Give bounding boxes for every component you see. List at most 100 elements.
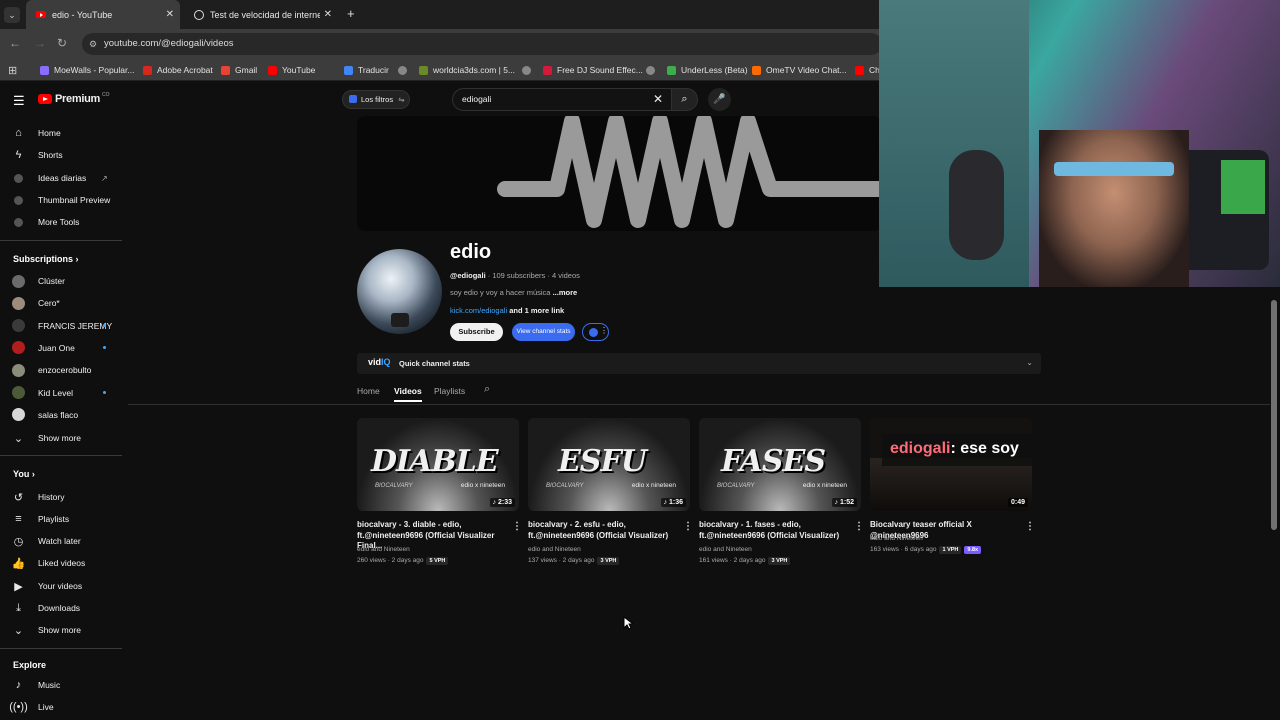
sidebar-item-show-more-2[interactable]: ⌄ Show more bbox=[0, 619, 122, 641]
video-thumbnail[interactable]: FASES BIOCALVARY edio x nineteen ♪ 1:52 bbox=[699, 418, 861, 511]
bookmark-adobe-acrobat[interactable]: Adobe Acrobat bbox=[143, 59, 213, 81]
subscription-item[interactable]: Cero* bbox=[0, 292, 122, 314]
bookmark-youtube[interactable]: YouTube bbox=[268, 59, 315, 81]
tab-videos[interactable]: Videos bbox=[394, 386, 422, 396]
video-thumbnail[interactable]: ESFU BIOCALVARY edio x nineteen ♪ 1:36 bbox=[528, 418, 690, 511]
clear-search-icon[interactable]: ✕ bbox=[653, 89, 663, 110]
video-meta: 163 views · 6 days ago 1 VPH 9.8x bbox=[870, 546, 982, 554]
shorts-icon: ϟ bbox=[15, 149, 22, 161]
more-vert-icon[interactable]: ⋮ bbox=[512, 521, 522, 532]
sidebar-item-watch-later[interactable]: ◷ Watch later bbox=[0, 530, 122, 552]
channel-links: kick.com/ediogali and 1 more link bbox=[450, 306, 564, 315]
video-title[interactable]: biocalvary - 1. fases - edio, ft.@ninete… bbox=[699, 520, 849, 541]
sidebar-item-liked-videos[interactable]: 👍 Liked videos bbox=[0, 552, 122, 574]
close-tab-icon[interactable]: ✕ bbox=[166, 9, 174, 20]
subscription-item[interactable]: Clúster bbox=[0, 270, 122, 292]
video-channel[interactable]: edio and Nineteen bbox=[870, 535, 923, 542]
filter-pill[interactable]: Los filtros ⇋ bbox=[342, 90, 410, 109]
more-links[interactable]: and 1 more link bbox=[509, 306, 564, 315]
duration-badge: ♪ 1:36 bbox=[660, 498, 686, 507]
you-heading[interactable]: You › bbox=[13, 469, 35, 479]
address-bar[interactable]: ⚙ youtube.com/@ediogali/videos bbox=[82, 33, 882, 55]
sidebar-item-live[interactable]: ((•)) Live bbox=[0, 696, 122, 718]
sidebar-item-more-tools[interactable]: More Tools bbox=[0, 211, 122, 233]
apps-grid-icon[interactable]: ⊞ bbox=[8, 59, 17, 81]
channel-avatar[interactable] bbox=[357, 249, 442, 334]
sidebar-item-your-videos[interactable]: ▶ Your videos bbox=[0, 575, 122, 597]
voice-search-button[interactable]: 🎤 bbox=[708, 88, 731, 111]
sidebar-item-downloads[interactable]: ⤓ Downloads bbox=[0, 597, 122, 619]
more-link[interactable]: ...more bbox=[553, 288, 578, 297]
explore-heading: Explore bbox=[13, 660, 47, 670]
sidebar-item-thumbnail-preview[interactable]: Thumbnail Preview bbox=[0, 189, 122, 211]
bookmark-underless[interactable]: UnderLess (Beta) bbox=[667, 59, 748, 81]
tab-search-button[interactable]: ⌄ bbox=[4, 7, 20, 23]
video-channel[interactable]: edio and Nineteen bbox=[357, 546, 410, 553]
bookmark-gmail[interactable]: Gmail bbox=[221, 59, 257, 81]
video-thumbnail[interactable]: DIABLE BIOCALVARY edio x nineteen ♪ 2:33 bbox=[357, 418, 519, 511]
sidebar-item-home[interactable]: ⌂ Home bbox=[0, 122, 122, 144]
tab-youtube[interactable]: edio - YouTube ✕ bbox=[26, 0, 180, 29]
dj-favicon-icon bbox=[543, 65, 552, 75]
view-channel-stats-button[interactable]: View channel stats bbox=[512, 323, 575, 341]
sidebar-item-shorts[interactable]: ϟ Shorts bbox=[0, 144, 122, 166]
sidebar-item-show-more[interactable]: ⌄ Show more bbox=[0, 427, 122, 449]
subscription-name: Kid Level bbox=[38, 387, 73, 398]
channel-avatar-icon bbox=[12, 363, 25, 377]
page-scrollbar[interactable] bbox=[1271, 300, 1277, 530]
worldcia-favicon-icon bbox=[419, 65, 428, 75]
chevron-down-icon: ⌄ bbox=[1026, 358, 1033, 367]
bookmark-globe-3[interactable] bbox=[646, 59, 660, 81]
search-button[interactable]: ⌕ bbox=[671, 88, 698, 111]
vidiq-menu-button[interactable]: ⋮ bbox=[582, 323, 609, 341]
channel-search-icon[interactable]: ⌕ bbox=[484, 383, 490, 396]
subscription-item[interactable]: salas flaco bbox=[0, 404, 122, 426]
subscription-item[interactable]: Kid Level bbox=[0, 382, 122, 404]
sidebar-item-playlists[interactable]: ≡ Playlists bbox=[0, 508, 122, 530]
bookmark-ch[interactable]: Ch bbox=[855, 59, 880, 81]
back-arrow-icon[interactable]: ← bbox=[9, 36, 21, 50]
forward-arrow-icon[interactable]: → bbox=[34, 36, 46, 50]
bookmark-ometv[interactable]: OmeTV Video Chat... bbox=[752, 59, 847, 81]
sidebar-item-ideas-diarias[interactable]: Ideas diarias ↗ bbox=[0, 167, 122, 189]
subscriptions-heading[interactable]: Subscriptions › bbox=[13, 254, 79, 264]
tab-speedtest[interactable]: Test de velocidad de internet | ✕ bbox=[184, 0, 338, 29]
chat-message: : ese soy bbox=[950, 440, 1019, 457]
video-channel[interactable]: edio and Nineteen bbox=[699, 546, 752, 553]
bookmark-worldcia3ds[interactable]: worldcia3ds.com | 5... bbox=[419, 59, 515, 81]
new-tab-button[interactable]: + bbox=[347, 6, 355, 21]
gmail-favicon-icon bbox=[221, 65, 230, 75]
subscription-item[interactable]: FRANCIS JEREMY bbox=[0, 315, 122, 337]
bookmark-traducir[interactable]: Traducir bbox=[344, 59, 389, 81]
underless-favicon-icon bbox=[667, 65, 676, 75]
channel-description[interactable]: soy edio y voy a hacer música ...more bbox=[450, 288, 577, 297]
reload-icon[interactable]: ↻ bbox=[57, 36, 67, 50]
more-vert-icon[interactable]: ⋮ bbox=[1025, 521, 1035, 532]
bookmark-label: Free DJ Sound Effec... bbox=[557, 65, 643, 75]
channel-avatar-icon bbox=[12, 319, 25, 333]
subscription-item[interactable]: enzocerobulto bbox=[0, 359, 122, 381]
bookmark-moewalls[interactable]: MoeWalls - Popular... bbox=[40, 59, 134, 81]
sidebar-item-history[interactable]: ↺ History bbox=[0, 486, 122, 508]
subscribe-button[interactable]: Subscribe bbox=[450, 323, 503, 341]
tab-home[interactable]: Home bbox=[357, 386, 380, 396]
site-info-icon[interactable]: ⚙ bbox=[89, 33, 97, 55]
thumbs-up-icon: 👍 bbox=[11, 557, 26, 570]
tab-playlists[interactable]: Playlists bbox=[434, 386, 465, 396]
kick-link[interactable]: kick.com/ediogali bbox=[450, 306, 507, 315]
video-channel[interactable]: edio and Nineteen bbox=[528, 546, 581, 553]
close-tab-icon[interactable]: ✕ bbox=[324, 9, 332, 20]
bookmark-free-dj[interactable]: Free DJ Sound Effec... bbox=[543, 59, 643, 81]
bookmark-globe-2[interactable] bbox=[522, 59, 536, 81]
more-vert-icon: ⋮ bbox=[600, 326, 608, 335]
sidebar-item-music[interactable]: ♪ Music bbox=[0, 674, 122, 696]
more-vert-icon[interactable]: ⋮ bbox=[683, 521, 693, 532]
bookmark-globe[interactable] bbox=[398, 59, 412, 81]
subscription-item[interactable]: Juan One bbox=[0, 337, 122, 359]
video-title[interactable]: biocalvary - 2. esfu - edio, ft.@ninetee… bbox=[528, 520, 678, 541]
vidiq-quick-stats-bar[interactable]: vidIQ Quick channel stats ⌄ bbox=[357, 353, 1041, 374]
more-vert-icon[interactable]: ⋮ bbox=[854, 521, 864, 532]
search-input[interactable]: ediogali ✕ bbox=[452, 88, 672, 111]
new-content-dot bbox=[103, 391, 106, 394]
sidebar-item-label: Thumbnail Preview bbox=[38, 195, 111, 205]
